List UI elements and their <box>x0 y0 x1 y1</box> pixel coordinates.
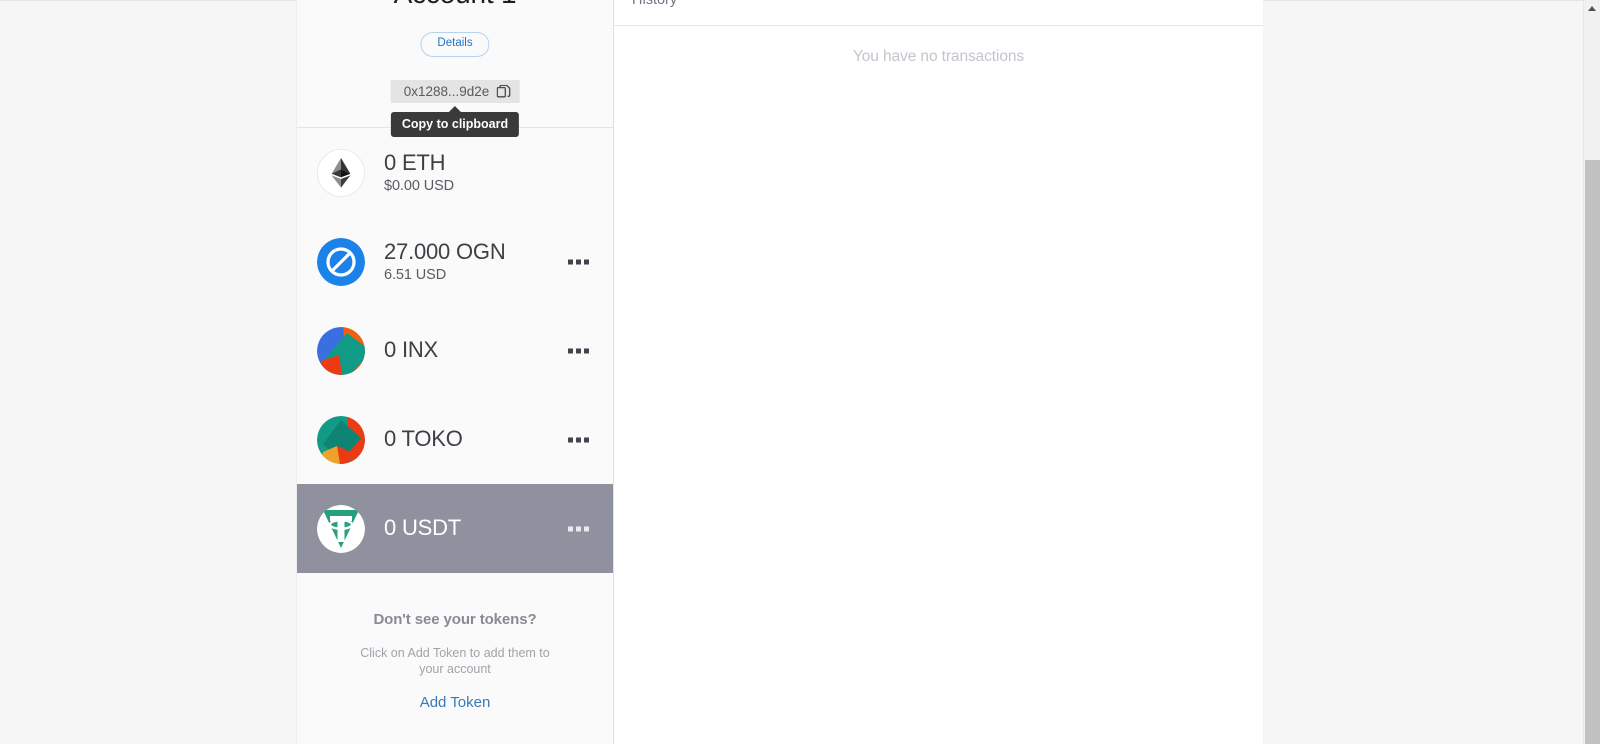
token-row[interactable]: 0 ETH $0.00 USD <box>297 128 613 217</box>
inx-icon <box>317 326 365 375</box>
tether-icon <box>317 504 365 553</box>
wallet-panel: Account 1 Details 0x1288...9d2e Copy to … <box>296 0 614 744</box>
history-tab-bar: History <box>614 0 1263 26</box>
token-amount: 0 USDT <box>384 515 462 541</box>
token-text: 0 USDT <box>384 516 461 541</box>
token-row[interactable]: 27.000 OGN 6.51 USD <box>297 217 613 306</box>
tokens-footer: Don't see your tokens? Click on Add Toke… <box>297 573 613 712</box>
account-header: Account 1 Details 0x1288...9d2e Copy to … <box>297 0 613 137</box>
history-empty-message: You have no transactions <box>852 48 1025 65</box>
toko-icon <box>317 415 365 464</box>
account-name: Account 1 <box>297 0 613 10</box>
origin-protocol-icon <box>317 237 365 286</box>
token-options-icon[interactable] <box>566 431 591 448</box>
token-row[interactable]: 0 INX <box>297 306 613 395</box>
ethereum-icon <box>317 148 365 197</box>
token-amount: 0 INX <box>384 337 439 363</box>
account-address-text: 0x1288...9d2e <box>403 84 490 99</box>
token-options-icon[interactable] <box>566 253 591 270</box>
token-row[interactable]: 0 USDT <box>297 484 613 573</box>
token-fiat-value: 6.51 USD <box>384 267 447 284</box>
token-amount: 0 ETH <box>384 149 446 175</box>
metamask-wallet-screen: Account 1 Details 0x1288...9d2e Copy to … <box>0 0 1600 744</box>
copy-icon <box>496 84 510 99</box>
token-text: 0 TOKO <box>384 427 463 452</box>
scroll-up-arrow-icon[interactable] <box>1584 0 1600 17</box>
token-text: 0 INX <box>384 338 438 363</box>
history-panel: History You have no transactions <box>614 0 1263 744</box>
token-text: 0 ETH $0.00 USD <box>384 149 455 195</box>
token-options-icon[interactable] <box>566 520 591 537</box>
details-button[interactable]: Details <box>420 32 490 57</box>
page-scrollbar[interactable] <box>1583 0 1600 744</box>
token-amount: 27.000 OGN <box>384 238 506 264</box>
token-options-icon[interactable] <box>566 342 591 359</box>
tokens-footer-title: Don't see your tokens? <box>373 611 537 628</box>
account-address-pill[interactable]: 0x1288...9d2e <box>390 80 520 103</box>
token-list: 0 ETH $0.00 USD 27.000 OGN 6.51 USD 0 IN… <box>297 128 613 573</box>
tokens-footer-subtitle: Click on Add Token to add them to your a… <box>360 646 550 676</box>
copy-tooltip: Copy to clipboard <box>390 112 520 137</box>
token-row[interactable]: 0 TOKO <box>297 395 613 484</box>
token-text: 27.000 OGN 6.51 USD <box>384 238 506 284</box>
tab-history[interactable]: History <box>632 0 677 8</box>
scrollbar-thumb[interactable] <box>1585 160 1600 744</box>
token-fiat-value: $0.00 USD <box>384 178 455 195</box>
token-amount: 0 TOKO <box>384 426 463 452</box>
add-token-link[interactable]: Add Token <box>420 694 491 711</box>
